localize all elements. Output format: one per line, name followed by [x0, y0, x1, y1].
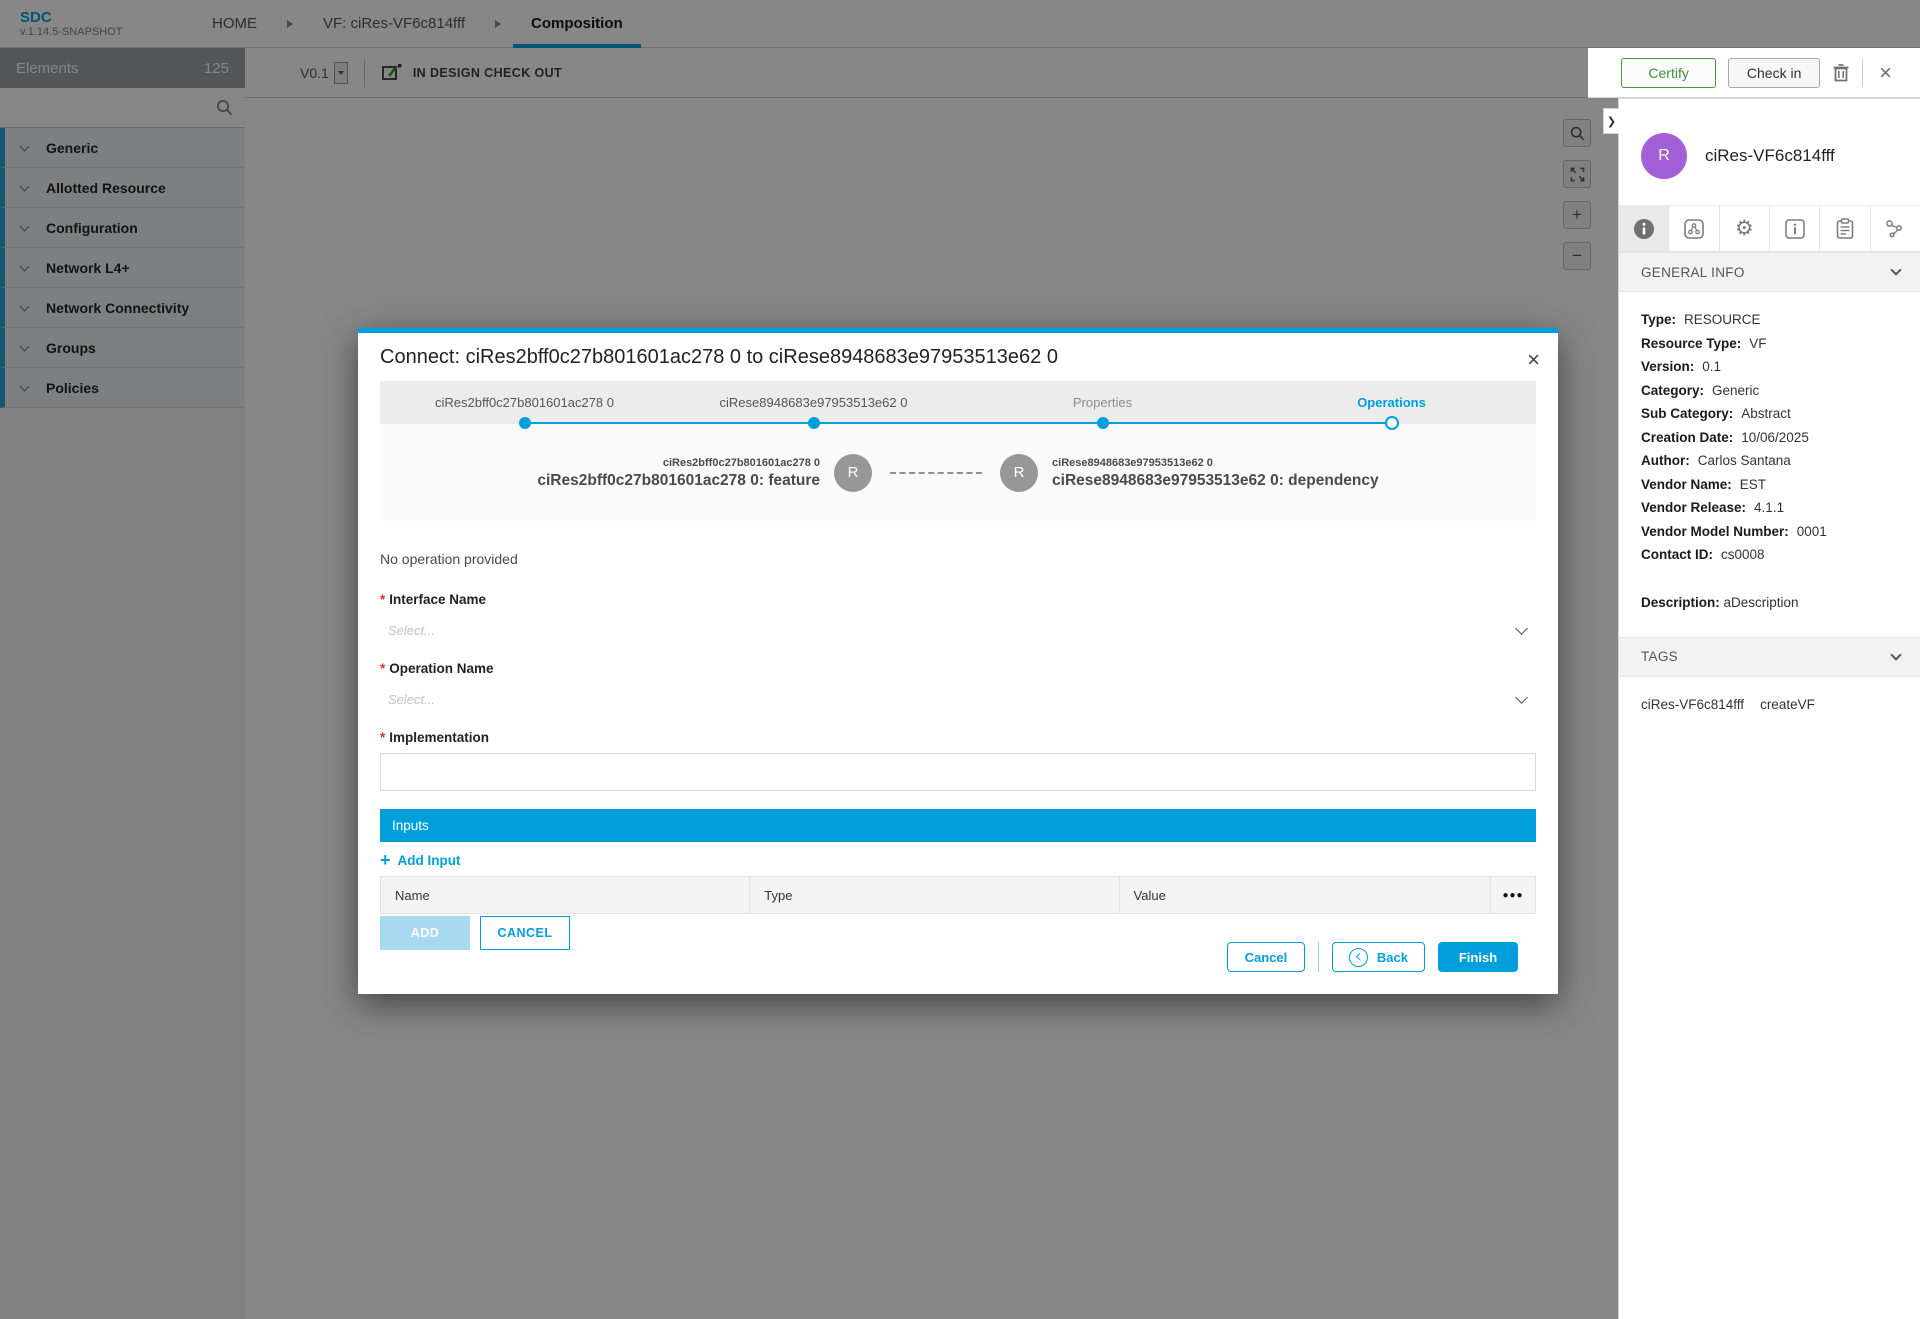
operation-name-label: * Operation Name [380, 661, 494, 676]
chevron-down-icon [1515, 621, 1528, 635]
connection-dashed-line [890, 471, 983, 474]
info-row: Vendor Release: 4.1.1 [1641, 500, 1785, 515]
source-node-name: ciRes2bff0c27b801601ac278 0 [662, 456, 821, 469]
no-operation-message: No operation provided [380, 551, 518, 567]
panel-tabs: ⚙ [1619, 205, 1920, 252]
close-icon: × [1527, 347, 1540, 372]
add-input-button[interactable]: + Add Input [380, 851, 500, 869]
step-dot-done [518, 417, 531, 429]
source-capability: ciRes2bff0c27b801601ac278 0: feature [537, 471, 821, 489]
column-menu-button[interactable]: ●●● [1491, 877, 1535, 913]
chevron-down-icon [1890, 648, 1902, 661]
target-node-icon: R [1000, 453, 1039, 492]
implementation-input[interactable] [380, 753, 1536, 791]
general-info-list: Type: RESOURCE Resource Type: VF Version: 0… [1619, 292, 1920, 637]
info-row: Creation Date: 10/06/2025 [1641, 429, 1809, 445]
wizard-back-button[interactable]: Back [1331, 942, 1425, 972]
avatar: R [1641, 133, 1687, 179]
info-row: Vendor Model Number: 0001 [1641, 523, 1827, 539]
add-button-disabled[interactable]: ADD [380, 916, 470, 950]
column-header-type: Type [750, 877, 1120, 913]
tab-composition[interactable] [1669, 206, 1720, 251]
chevron-down-icon [1890, 264, 1902, 276]
panel-header: R ciRes-VF6c814fff [1619, 99, 1920, 205]
column-header-name: Name [381, 877, 751, 913]
tags-section-header[interactable]: TAGS [1619, 636, 1920, 677]
certify-button[interactable]: Certify [1621, 57, 1717, 88]
tag: createVF [1760, 696, 1815, 712]
info-row: Contact ID: cs0008 [1641, 547, 1765, 562]
info-square-icon [1784, 218, 1805, 239]
column-header-value: Value [1120, 877, 1491, 913]
trash-icon [1833, 64, 1849, 82]
cancel-input-button[interactable]: CANCEL [480, 916, 570, 950]
resource-info-panel: ❯ R ciRes-VF6c814fff ⚙ GENERAL INFO Type… [1603, 98, 1920, 1319]
interface-name-select[interactable]: Select... [380, 613, 1536, 647]
required-mark: * [380, 730, 386, 745]
close-composition-button[interactable]: × [1875, 59, 1896, 85]
wizard-stepper: ciRes2bff0c27b801601ac278 0 ciRese894868… [380, 381, 1536, 430]
target-node-name: ciRese8948683e97953513e62 0 [1052, 456, 1213, 469]
tab-general-info[interactable] [1619, 206, 1670, 251]
inputs-table-header: Name Type Value ●●● [380, 876, 1536, 914]
general-info-section-header[interactable]: GENERAL INFO [1619, 252, 1920, 292]
back-arrow-icon [1348, 947, 1368, 967]
composition-badge-icon [1684, 218, 1704, 239]
resource-name: ciRes-VF6c814fff [1705, 146, 1835, 165]
tab-settings[interactable]: ⚙ [1720, 206, 1770, 251]
required-mark: * [380, 592, 386, 607]
chevron-right-icon: ❯ [1606, 115, 1617, 128]
description-row: Description: aDescription [1641, 594, 1799, 610]
info-row: Type: RESOURCE [1641, 312, 1761, 327]
tags-list: ciRes-VF6c814fff createVF [1619, 677, 1920, 732]
panel-collapse-button[interactable]: ❯ [1603, 108, 1619, 134]
info-row: Version: 0.1 [1641, 359, 1722, 374]
info-row: Category: Generic [1641, 382, 1760, 398]
connection-preview: ciRes2bff0c27b801601ac278 0 ciRes2bff0c2… [380, 424, 1536, 521]
source-node-icon: R [834, 453, 873, 492]
clipboard-icon [1836, 217, 1854, 239]
close-icon: × [1879, 59, 1892, 85]
implementation-label: * Implementation [380, 730, 490, 745]
actionbar-divider [1862, 58, 1864, 87]
wizard-finish-button[interactable]: Finish [1438, 942, 1518, 972]
network-path-icon [1886, 219, 1903, 238]
wizard-cancel-button[interactable]: Cancel [1226, 942, 1305, 972]
info-circle-icon [1633, 218, 1654, 239]
wizard-footer: Cancel Back Finish [1226, 942, 1518, 972]
step-dot-done [807, 417, 820, 429]
footer-divider [1317, 942, 1319, 972]
info-row: Vendor Name: EST [1641, 476, 1767, 492]
tab-information[interactable] [1770, 206, 1821, 251]
connect-wizard-modal: Connect: ciRes2bff0c27b801601ac278 0 to … [358, 328, 1558, 994]
inputs-section-header: Inputs [380, 809, 1536, 842]
lifecycle-action-bar: Certify Check in × [1588, 48, 1920, 98]
tab-requirements[interactable] [1820, 206, 1871, 251]
target-requirement: ciRese8948683e97953513e62 0: dependency [1052, 471, 1379, 489]
info-row: Resource Type: VF [1641, 335, 1767, 351]
info-row: Author: Carlos Santana [1641, 453, 1791, 468]
chevron-down-icon [1515, 690, 1528, 704]
tag: ciRes-VF6c814fff [1641, 696, 1745, 712]
step-dot-done [1096, 417, 1109, 429]
info-row: Sub Category: Abstract [1641, 406, 1791, 421]
gear-icon: ⚙ [1734, 216, 1754, 240]
modal-close-button[interactable]: × [1521, 347, 1546, 373]
operation-name-select[interactable]: Select... [380, 682, 1536, 716]
step-dot-active [1384, 416, 1399, 430]
required-mark: * [380, 661, 386, 676]
stepper-track [380, 416, 1536, 430]
check-in-button[interactable]: Check in [1728, 57, 1821, 88]
tab-dependencies[interactable] [1871, 206, 1920, 251]
ellipsis-icon: ●●● [1502, 889, 1524, 901]
modal-title: Connect: ciRes2bff0c27b801601ac278 0 to … [380, 346, 1058, 368]
delete-button[interactable] [1832, 63, 1850, 82]
interface-name-label: * Interface Name [380, 592, 487, 607]
plus-icon: + [380, 850, 391, 870]
